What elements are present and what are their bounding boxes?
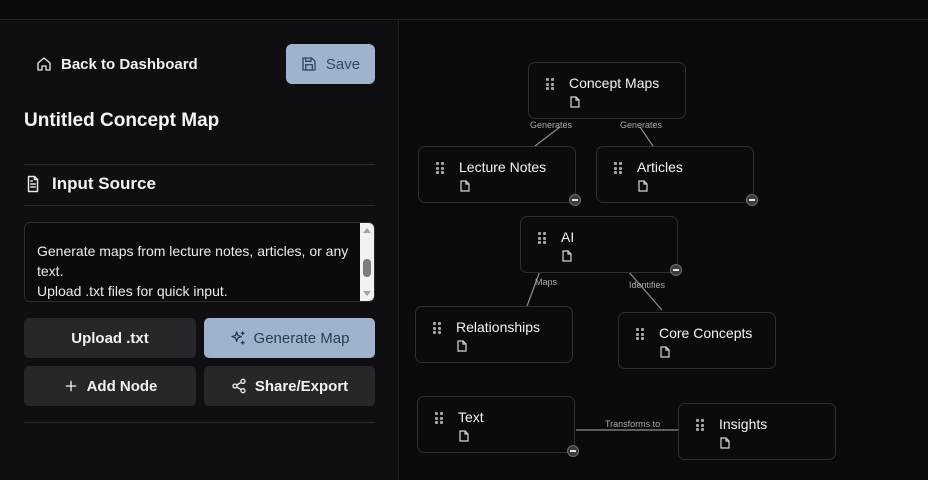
edge-label: Generates	[530, 120, 573, 130]
scroll-up-arrow-icon[interactable]	[363, 228, 371, 233]
node-label: Relationships	[456, 319, 541, 335]
grip-icon[interactable]	[696, 419, 704, 431]
node-concept-maps[interactable]: Concept Maps	[528, 62, 686, 119]
share-export-label: Share/Export	[254, 377, 349, 395]
file-icon[interactable]	[569, 96, 581, 108]
grip-icon[interactable]	[636, 328, 644, 340]
home-icon	[37, 57, 51, 71]
textarea-scrollbar[interactable]	[360, 223, 374, 301]
node-text[interactable]: Text	[417, 396, 575, 453]
edge-identifies	[627, 270, 663, 311]
sparkles-icon	[230, 331, 245, 345]
generate-map-label: Generate Map	[253, 329, 350, 347]
node-relationships[interactable]: Relationships	[415, 306, 573, 363]
file-icon[interactable]	[637, 180, 649, 192]
minus-circle-icon[interactable]	[569, 194, 581, 206]
save-label: Save	[325, 55, 361, 73]
file-icon[interactable]	[659, 346, 671, 358]
edge-label: Generates	[620, 120, 663, 130]
sidebar: Back to Dashboard Save Untitled Concept …	[0, 20, 399, 480]
scroll-thumb[interactable]	[363, 259, 371, 277]
input-source-textarea[interactable]: Generate maps from lecture notes, articl…	[24, 222, 375, 302]
share-icon	[232, 378, 246, 394]
grip-icon[interactable]	[546, 78, 554, 90]
upload-txt-label: Upload .txt	[71, 329, 149, 347]
input-source-heading: Input Source	[24, 174, 156, 194]
input-text: Generate maps from lecture notes, articl…	[37, 243, 349, 299]
input-source-label: Input Source	[52, 174, 156, 193]
file-icon[interactable]	[458, 430, 470, 442]
edge-label: Identifies	[629, 280, 666, 290]
minus-circle-icon[interactable]	[746, 194, 758, 206]
node-label: Lecture Notes	[459, 159, 547, 175]
edge-label: Transforms to	[605, 419, 661, 429]
node-core-concepts[interactable]: Core Concepts	[618, 312, 776, 369]
scroll-down-arrow-icon[interactable]	[363, 291, 371, 296]
generate-map-button[interactable]: Generate Map	[204, 318, 375, 358]
node-label: AI	[561, 229, 575, 245]
grip-icon[interactable]	[614, 162, 622, 174]
document-icon	[27, 175, 39, 193]
add-node-label: Add Node	[86, 377, 158, 395]
node-lecture-notes[interactable]: Lecture Notes	[418, 146, 576, 203]
file-icon[interactable]	[456, 340, 468, 352]
grip-icon[interactable]	[436, 162, 444, 174]
node-articles[interactable]: Articles	[596, 146, 754, 203]
node-label: Insights	[719, 416, 768, 432]
file-icon[interactable]	[561, 250, 573, 262]
add-node-button[interactable]: Add Node	[24, 366, 196, 406]
back-to-dashboard-button[interactable]: Back to Dashboard	[24, 44, 210, 84]
file-icon[interactable]	[459, 180, 471, 192]
divider	[24, 164, 375, 165]
node-label: Text	[458, 409, 484, 425]
grip-icon[interactable]	[538, 232, 546, 244]
grip-icon[interactable]	[433, 322, 441, 334]
upload-txt-button[interactable]: Upload .txt	[24, 318, 196, 358]
node-label: Articles	[637, 159, 683, 175]
file-icon[interactable]	[719, 437, 731, 449]
share-export-button[interactable]: Share/Export	[204, 366, 375, 406]
node-label: Concept Maps	[569, 75, 660, 91]
minus-circle-icon[interactable]	[567, 445, 579, 457]
concept-map-canvas[interactable]: Generates Generates Maps Identifies Tran…	[400, 20, 928, 480]
save-icon	[302, 57, 316, 71]
minus-circle-icon[interactable]	[670, 264, 682, 276]
plus-icon	[65, 380, 76, 392]
back-to-dashboard-label: Back to Dashboard	[61, 55, 198, 73]
grip-icon[interactable]	[435, 412, 443, 424]
edge-label: Maps	[535, 277, 558, 287]
node-label: Core Concepts	[659, 325, 753, 341]
map-title[interactable]: Untitled Concept Map	[24, 110, 219, 132]
node-ai[interactable]: AI	[520, 216, 678, 273]
divider	[24, 205, 375, 206]
node-insights[interactable]: Insights	[678, 403, 836, 460]
save-button[interactable]: Save	[286, 44, 375, 84]
divider	[24, 422, 375, 423]
top-bar	[0, 0, 928, 20]
